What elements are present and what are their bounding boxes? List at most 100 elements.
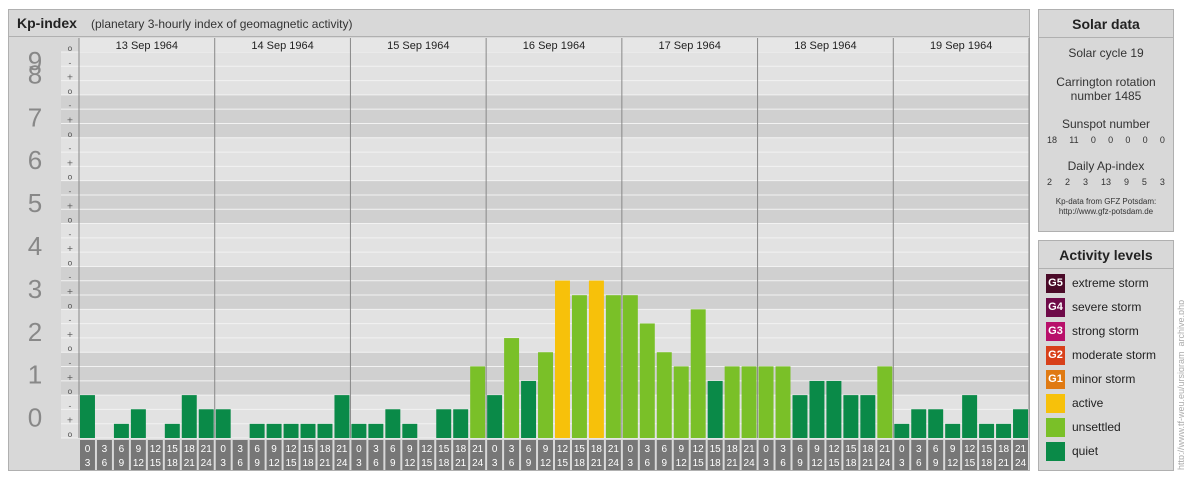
kp-bar — [385, 409, 401, 438]
interval-label-start: 6 — [933, 444, 939, 455]
interval-label-start: 15 — [574, 444, 586, 455]
kp-bar — [673, 366, 689, 438]
kp-subtick: - — [69, 359, 72, 368]
kp-axis-label: 7 — [28, 102, 42, 132]
interval-label-start: 6 — [119, 444, 125, 455]
legend-swatch: G1 — [1046, 369, 1065, 389]
kp-bar — [792, 395, 808, 438]
kp-bar — [588, 280, 604, 438]
solar-data-title: Solar data — [1039, 10, 1173, 38]
interval-label-end: 24 — [879, 458, 891, 469]
kp-subtick: o — [68, 387, 73, 396]
legend-swatch — [1046, 393, 1065, 413]
interval-label-start: 21 — [201, 444, 213, 455]
day-label: 16 Sep 1964 — [523, 40, 585, 52]
interval-label-start: 15 — [302, 444, 314, 455]
kp-bar — [741, 366, 757, 438]
interval-label-start: 18 — [455, 444, 467, 455]
interval-label-end: 9 — [526, 458, 532, 469]
kp-subtick: - — [69, 101, 72, 110]
ap-value: 9 — [1123, 177, 1129, 187]
interval-label-start: 15 — [981, 444, 993, 455]
kp-bar — [962, 395, 978, 438]
legend-label: active — [1072, 396, 1104, 410]
interval-label-start: 9 — [678, 444, 684, 455]
kp-bar — [402, 423, 418, 438]
kp-bar — [266, 423, 282, 438]
kp-bar — [758, 366, 774, 438]
kp-subtick: o — [68, 130, 73, 139]
interval-label-end: 21 — [184, 458, 196, 469]
sunspot-value: 0 — [1142, 135, 1148, 145]
kp-bar — [911, 409, 927, 438]
kp-bar — [826, 380, 842, 438]
kp-subtick: + — [67, 158, 74, 167]
interval-label-end: 6 — [645, 458, 651, 469]
kp-source-link[interactable]: http://www.gfz-potsdam.de — [1039, 207, 1173, 217]
interval-label-start: 6 — [797, 444, 803, 455]
kp-subtick: + — [67, 287, 74, 296]
interval-label-start: 9 — [136, 444, 142, 455]
interval-label-start: 15 — [438, 444, 450, 455]
kp-bar — [80, 395, 95, 438]
legend-item: active — [1046, 393, 1173, 413]
kp-bar — [928, 409, 944, 438]
kp-bar — [317, 423, 333, 438]
legend-item: G3 strong storm — [1046, 321, 1173, 341]
sunspot-value: 0 — [1108, 135, 1114, 145]
interval-label-end: 18 — [845, 458, 857, 469]
kp-axis-label: 3 — [28, 274, 42, 304]
sunspot-value: 18 — [1047, 135, 1058, 145]
interval-label-end: 6 — [780, 458, 786, 469]
interval-label-start: 12 — [964, 444, 976, 455]
interval-label-start: 0 — [356, 444, 362, 455]
kp-bar — [996, 423, 1012, 438]
interval-label-end: 21 — [862, 458, 874, 469]
interval-label-end: 12 — [811, 458, 823, 469]
interval-label-end: 3 — [492, 458, 498, 469]
interval-label-end: 12 — [269, 458, 281, 469]
interval-label-start: 18 — [727, 444, 739, 455]
kp-bar — [181, 395, 197, 438]
kp-bar — [945, 423, 961, 438]
interval-label-start: 12 — [557, 444, 569, 455]
kp-band — [61, 94, 1029, 138]
interval-label-end: 3 — [356, 458, 362, 469]
kp-subtick: + — [67, 201, 74, 210]
interval-label-start: 0 — [85, 444, 91, 455]
kp-bar — [639, 323, 655, 438]
interval-label-start: 21 — [608, 444, 620, 455]
interval-label-start: 6 — [526, 444, 532, 455]
kp-bar — [622, 295, 638, 438]
interval-label-end: 12 — [676, 458, 688, 469]
interval-label-start: 0 — [763, 444, 769, 455]
kp-subtick: o — [68, 216, 73, 225]
interval-label-start: 12 — [285, 444, 297, 455]
legend-item: G5 extreme storm — [1046, 273, 1173, 293]
interval-label-end: 15 — [421, 458, 433, 469]
legend-label: extreme storm — [1072, 276, 1149, 290]
kp-bar — [300, 423, 316, 438]
ap-index-values: 2 2 3 13 9 5 3 — [1039, 177, 1173, 187]
interval-label-start: 15 — [167, 444, 179, 455]
interval-label-start: 12 — [421, 444, 433, 455]
interval-label-start: 3 — [102, 444, 108, 455]
kp-bar — [198, 409, 214, 438]
interval-label-start: 18 — [319, 444, 331, 455]
legend-item: G1 minor storm — [1046, 369, 1173, 389]
kp-bar — [894, 423, 910, 438]
legend-label: quiet — [1072, 444, 1099, 458]
kp-source-label: Kp-data from GFZ Potsdam: — [1055, 197, 1157, 206]
kp-bar — [436, 409, 452, 438]
kp-bar — [215, 409, 231, 438]
solar-data-panel: Solar data Solar cycle 19 Carrington rot… — [1038, 9, 1174, 232]
legend-swatch: G4 — [1046, 297, 1065, 317]
kp-axis-label: 1 — [28, 360, 42, 390]
interval-label-start: 3 — [509, 444, 515, 455]
interval-label-end: 9 — [254, 458, 260, 469]
kp-bar — [605, 295, 621, 438]
interval-label-end: 6 — [916, 458, 922, 469]
interval-label-start: 21 — [744, 444, 756, 455]
kp-subtick: o — [68, 344, 73, 353]
interval-label-end: 18 — [438, 458, 450, 469]
